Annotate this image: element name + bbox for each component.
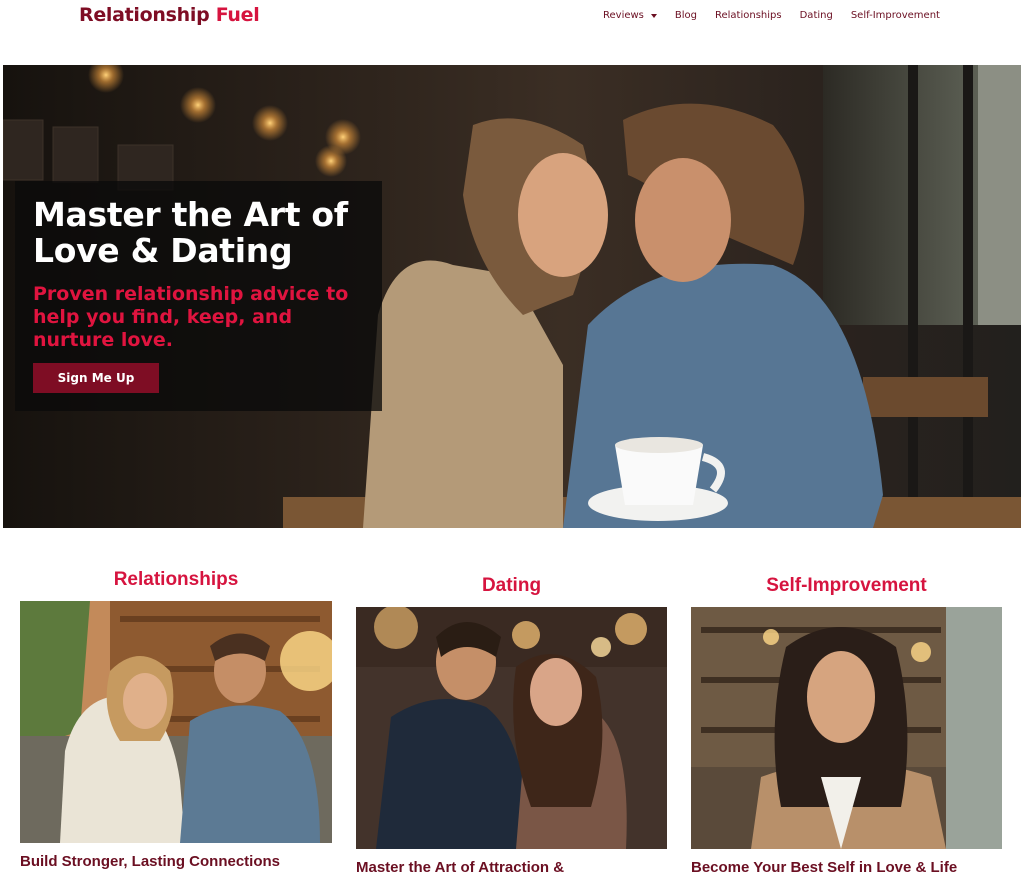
- site-logo[interactable]: Relationship Fuel: [79, 4, 260, 26]
- nav-item-label: Blog: [674, 10, 697, 21]
- logo-text-accent: Fuel: [215, 4, 260, 26]
- hero-subtitle: Proven relationship advice to help you f…: [33, 283, 349, 351]
- nav-item-label: Dating: [799, 10, 833, 21]
- nav-item-self-improvement[interactable]: Self-Improvement: [851, 10, 940, 21]
- nav-item-reviews[interactable]: Reviews: [603, 10, 657, 21]
- hero-title: Master the Art of Love & Dating: [33, 195, 348, 270]
- relationships-photo-art: [20, 601, 332, 843]
- chevron-down-icon: [650, 13, 657, 18]
- nav-item-dating[interactable]: Dating: [800, 10, 833, 21]
- category-title-relationships[interactable]: Relationships: [20, 569, 332, 591]
- main-nav: Reviews Blog Relationships Dating Self-I…: [603, 10, 940, 21]
- relationships-photo[interactable]: [20, 601, 332, 843]
- dating-photo[interactable]: [356, 607, 667, 849]
- hero-overlay-box: Master the Art of Love & Dating Proven r…: [15, 181, 382, 411]
- nav-item-relationships[interactable]: Relationships: [715, 10, 782, 21]
- site-header: Relationship Fuel Reviews Blog Relations…: [0, 0, 1024, 34]
- category-title-dating[interactable]: Dating: [356, 575, 667, 597]
- category-title-self-improvement[interactable]: Self-Improvement: [691, 575, 1002, 597]
- nav-item-label: Reviews: [603, 10, 644, 21]
- nav-item-label: Relationships: [715, 10, 782, 21]
- sign-me-up-button[interactable]: Sign Me Up: [33, 363, 159, 393]
- category-caption-relationships[interactable]: Build Stronger, Lasting Connections: [20, 853, 280, 870]
- nav-item-label: Self-Improvement: [850, 10, 940, 21]
- nav-item-blog[interactable]: Blog: [675, 10, 697, 21]
- dating-photo-art: [356, 607, 667, 849]
- logo-text-primary: Relationship: [79, 4, 210, 26]
- category-caption-self-improvement[interactable]: Become Your Best Self in Love & Life: [691, 859, 957, 876]
- self-improvement-photo-art: [691, 607, 1002, 849]
- category-caption-dating[interactable]: Master the Art of Attraction &: [356, 859, 564, 876]
- self-improvement-photo[interactable]: [691, 607, 1002, 849]
- hero-banner: Master the Art of Love & Dating Proven r…: [3, 65, 1021, 528]
